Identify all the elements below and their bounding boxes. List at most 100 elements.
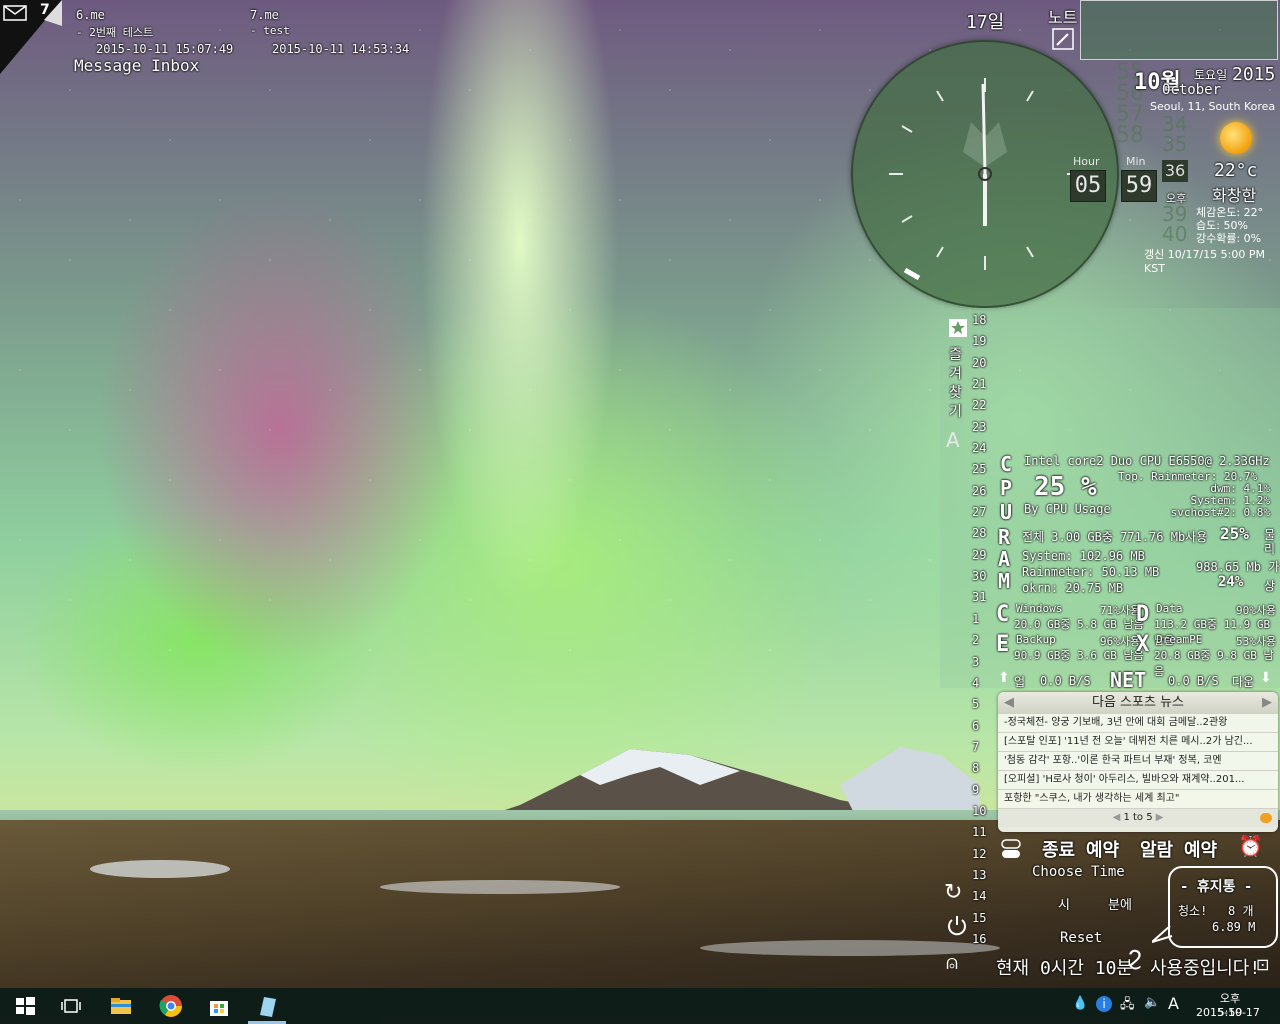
download-arrow-icon: ⬇ bbox=[1260, 670, 1272, 686]
wallpaper-snow bbox=[90, 860, 230, 878]
drive-letter[interactable]: C bbox=[996, 602, 1009, 627]
mail-date: 2015-10-11 14:53:34 bbox=[272, 42, 410, 56]
usage-status: 사용중입니다! bbox=[1150, 958, 1261, 979]
second-flip: 36 bbox=[1162, 160, 1188, 182]
weather-updated: 갱신 10/17/15 5:00 PM KST bbox=[1144, 248, 1265, 275]
net-down-speed: 0.0 B/S bbox=[1168, 674, 1219, 688]
pager-prev-icon[interactable]: ◀ bbox=[1113, 812, 1124, 823]
windows-start-icon[interactable] bbox=[12, 993, 38, 1019]
cpu-usage: 25 % bbox=[1034, 472, 1097, 502]
weather-desc: 화창한 bbox=[1212, 186, 1257, 205]
file-explorer-icon[interactable] bbox=[108, 993, 134, 1019]
menu-arrow-icon[interactable]: ⊡ bbox=[1256, 955, 1269, 974]
reset-button[interactable]: Reset bbox=[1060, 930, 1102, 946]
uptime-label: 현재 0시간 10분 bbox=[996, 958, 1133, 979]
hour-field[interactable]: 시 bbox=[1058, 894, 1070, 913]
bookmark-star-icon[interactable] bbox=[948, 318, 968, 338]
mail-inbox-title[interactable]: Message Inbox bbox=[74, 56, 199, 75]
drive-detail: 90.9 GB중 3.6 GB 남음 bbox=[1014, 649, 1144, 662]
ram-process-list: System: 102.96 MB Rainmeter: 50.13 MB okrn… bbox=[1022, 549, 1160, 595]
net-up-speed: 0.0 B/S bbox=[1040, 674, 1091, 688]
news-toggle-icon[interactable] bbox=[1260, 813, 1272, 823]
minute-field[interactable]: 분에 bbox=[1108, 894, 1132, 913]
news-header: ◀ 다음 스포츠 뉴스 ▶ bbox=[998, 692, 1278, 714]
ram-total: 전체 3.00 GB중 771.76 Mb사용 bbox=[1022, 530, 1208, 544]
sunny-weather-icon bbox=[1220, 122, 1252, 154]
drive-letter[interactable]: E bbox=[996, 632, 1009, 657]
font-icon[interactable]: A bbox=[946, 428, 960, 452]
mail-subject[interactable]: - 2번째 테스트 bbox=[76, 24, 153, 40]
temperature: 22°c bbox=[1214, 160, 1258, 181]
news-item[interactable]: -정국체전- 양궁 기보배, 3년 만에 대회 금메달..2관왕 bbox=[998, 714, 1278, 733]
weather-details: 체감온도: 22° 습도: 50% 강수확률: 0% bbox=[1196, 206, 1264, 245]
seconds-reel: 39 40 bbox=[1162, 202, 1188, 246]
mail-sender[interactable]: 6.me bbox=[76, 8, 105, 22]
pencil-icon[interactable] bbox=[1052, 28, 1074, 50]
info-icon[interactable]: i bbox=[1096, 996, 1112, 1012]
drive-name[interactable]: Backup bbox=[1016, 633, 1056, 646]
net-title: NET bbox=[1110, 668, 1147, 692]
net-down-label: 다운 bbox=[1232, 675, 1255, 689]
sports-news-widget: ◀ 다음 스포츠 뉴스 ▶ -정국체전- 양궁 기보배, 3년 만에 대회 금메… bbox=[998, 692, 1278, 832]
news-next-icon[interactable]: ▶ bbox=[1262, 692, 1278, 714]
pager-next-icon[interactable]: ▶ bbox=[1153, 812, 1164, 823]
hour-label: Hour bbox=[1073, 155, 1100, 168]
wallpaper-snow bbox=[380, 880, 620, 894]
drive-letter[interactable]: D bbox=[1136, 602, 1149, 627]
recycle-size: 6.89 M bbox=[1212, 920, 1256, 934]
mail-sender[interactable]: 7.me bbox=[250, 8, 279, 22]
recycle-clean-button[interactable]: 청소! bbox=[1178, 902, 1207, 919]
drive-detail: 20.0 GB중 5.8 GB 남음 bbox=[1014, 618, 1144, 631]
app-icon[interactable] bbox=[254, 993, 280, 1019]
net-up-label: 업 bbox=[1014, 675, 1026, 689]
power-icon[interactable] bbox=[946, 914, 968, 936]
ram-vpercent: 24% bbox=[1218, 574, 1244, 590]
mail-corner-icon[interactable] bbox=[0, 0, 62, 74]
calendar-days: 18 19 20 21 22 23 24 25 26 27 28 29 30 31 1 234 56… bbox=[972, 313, 987, 946]
drive-name[interactable]: Data bbox=[1156, 602, 1183, 615]
news-item[interactable]: [오피셜] 'H로사 청이' 아두리스, 빌바오와 재계약..201... bbox=[998, 771, 1278, 790]
ram-percent: 25% bbox=[1220, 524, 1249, 543]
mail-subject[interactable]: - test bbox=[250, 24, 290, 37]
recycle-title: - 휴지통 - bbox=[1180, 879, 1253, 895]
news-pager-text: 1 to 5 bbox=[1123, 812, 1153, 823]
store-icon[interactable] bbox=[206, 993, 232, 1019]
taskbar-date[interactable]: 2015-10-17 bbox=[1196, 1006, 1260, 1019]
network-icon[interactable]: 🖧 bbox=[1120, 995, 1135, 1017]
bubble-tail-icon bbox=[1152, 926, 1173, 943]
restart-icon[interactable]: ↻ bbox=[944, 880, 962, 905]
cpu-top-list: dwm: 4.1% System: 1.2% svchost#2: 0.8% bbox=[1170, 482, 1270, 519]
month-en-label: October bbox=[1162, 82, 1222, 98]
note-box[interactable] bbox=[1080, 0, 1278, 60]
drive-name[interactable]: DreamPE bbox=[1156, 633, 1202, 646]
year-label: 2015 bbox=[1232, 64, 1276, 85]
minute-label: Min bbox=[1126, 155, 1146, 168]
day-label: 17일 bbox=[966, 12, 1005, 33]
droplet-icon[interactable]: 💧 bbox=[1072, 996, 1088, 1011]
choose-time-label[interactable]: Choose Time bbox=[1032, 864, 1125, 880]
news-item[interactable]: [스포탈 인포] '11년 전 오늘' 데뷔전 치른 메시..2가 남긴... bbox=[998, 733, 1278, 752]
shutdown-title[interactable]: 종료 예약 bbox=[1042, 836, 1119, 862]
volume-icon[interactable]: 🔈 bbox=[1144, 995, 1160, 1010]
alarm-title[interactable]: 알람 예약 bbox=[1140, 836, 1217, 862]
chrome-icon[interactable] bbox=[158, 993, 184, 1019]
cpu-letters: CPU bbox=[1000, 452, 1013, 524]
task-view-icon[interactable] bbox=[58, 993, 84, 1019]
alarm-clock-icon[interactable]: ⏰ bbox=[1238, 834, 1263, 858]
news-item[interactable]: '첨동 감각' 포항..'이론 한국 파트너 부재' 정복, 코멘 bbox=[998, 752, 1278, 771]
mail-date: 2015-10-11 15:07:49 bbox=[96, 42, 234, 56]
ime-indicator[interactable]: A bbox=[1168, 994, 1179, 1013]
news-item[interactable]: 포항한 "스쿠스, 내가 생각하는 세계 최고" bbox=[998, 790, 1278, 809]
worm-icon: Ϩ bbox=[1128, 946, 1142, 970]
upload-arrow-icon: ⬆ bbox=[998, 670, 1010, 686]
drive-letter[interactable]: X bbox=[1136, 632, 1149, 657]
drive-name[interactable]: Windows bbox=[1016, 602, 1062, 615]
cpu-by-label: By CPU Usage bbox=[1024, 502, 1111, 516]
favorites-label[interactable]: 즐겨 찾기 bbox=[949, 346, 962, 422]
note-label: 노트 bbox=[1048, 8, 1078, 27]
news-pager: ◀ 1 to 5 ▶ bbox=[998, 809, 1278, 827]
toggle-switch-icon[interactable] bbox=[1000, 838, 1022, 860]
news-prev-icon[interactable]: ◀ bbox=[998, 692, 1014, 714]
seconds-reel: 34 35 bbox=[1162, 112, 1188, 156]
logoff-icon[interactable]: ⍝ bbox=[946, 950, 958, 974]
